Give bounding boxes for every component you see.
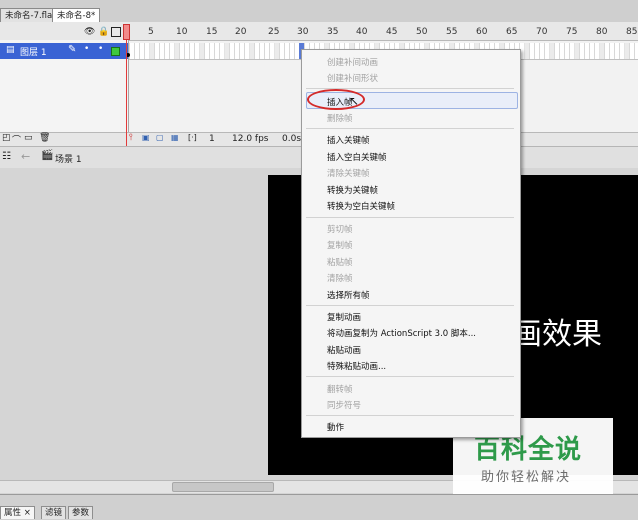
playhead[interactable] [123,24,130,40]
menu-convert-to-keyframe[interactable]: 转换为关键帧 [327,184,378,196]
tab-parameters[interactable]: 参数 [68,506,94,519]
ruler-label: 70 [536,27,548,37]
visibility-dot[interactable]: • [84,44,89,54]
ruler-label: 25 [268,27,280,37]
new-layer-icon[interactable]: ◰ [2,133,11,143]
menu-insert-blank-keyframe[interactable]: 插入空白关键帧 [327,151,387,163]
menu-paste-frames[interactable]: 粘贴帧 [327,256,353,268]
stage-text[interactable]: 画效果 [512,309,602,353]
menu-copy-motion-as-as3[interactable]: 将动画复制为 ActionScript 3.0 脚本... [327,327,476,339]
menu-separator [306,376,514,377]
menu-convert-to-blank-keyframe[interactable]: 转换为空白关键帧 [327,200,395,212]
onion-outline-icon[interactable]: ▢ [156,133,164,142]
doc-tab-2[interactable]: 未命名-8* [52,8,101,23]
ruler-label: 65 [506,27,518,37]
folder-icon[interactable]: ▭ [24,133,33,143]
ruler-label: 10 [176,27,188,37]
ruler-label: 85 [626,27,638,37]
menu-paste-motion[interactable]: 粘贴动画 [327,344,361,356]
timeline-toggle-icon[interactable]: ☷ [2,151,11,162]
ruler-label: 5 [148,27,154,37]
ruler-label: 45 [386,27,398,37]
menu-create-shape-tween[interactable]: 创建补间形状 [327,72,378,84]
ruler-label: 40 [356,27,368,37]
onion-markers-icon[interactable]: [·] [188,133,197,142]
menu-remove-frames[interactable]: 删除帧 [327,112,353,124]
menu-separator [306,128,514,129]
ruler-label: 35 [327,27,339,37]
tab-properties-label: 属性 [4,508,22,518]
current-frame: 1 [209,134,215,144]
ruler-label: 15 [206,27,218,37]
menu-synchronize-symbols[interactable]: 同步符号 [327,399,361,411]
menu-clear-frames[interactable]: 清除帧 [327,272,353,284]
ruler-label: 20 [235,27,247,37]
layer-icon: ▤ [6,45,15,55]
center-frame-icon[interactable]: ⫯ [129,133,133,143]
elapsed-time: 0.0s [282,134,302,144]
ruler-label: 80 [596,27,608,37]
menu-copy-motion[interactable]: 复制动画 [327,311,361,323]
ruler-label: 75 [566,27,578,37]
motion-guide-icon[interactable]: ⌒ [12,133,21,146]
onion-skin-icon[interactable]: ▣ [142,133,150,142]
menu-cut-frames[interactable]: 剪切帧 [327,223,353,235]
doc-tab-1[interactable]: 未命名-7.fla [0,8,58,23]
menu-clear-keyframe[interactable]: 清除关键帧 [327,167,370,179]
ruler-label: 60 [476,27,488,37]
layer-name: 图层 1 [20,48,47,58]
lock-dot[interactable]: • [98,44,103,54]
pencil-icon: ✎ [68,44,77,55]
frame-rate[interactable]: 12.0 fps [232,134,268,144]
menu-reverse-frames[interactable]: 翻转帧 [327,383,353,395]
outline-icon[interactable] [111,27,121,37]
properties-panel-tabs [0,494,638,520]
layer-row[interactable]: ▤ 图层 1 ✎ • • [0,43,128,59]
back-arrow-icon[interactable]: ← [21,150,30,163]
menu-insert-keyframe[interactable]: 插入关键帧 [327,134,370,146]
menu-separator [306,305,514,306]
tab-filters[interactable]: 滤镜 [41,506,67,519]
menu-select-all-frames[interactable]: 选择所有帧 [327,289,370,301]
menu-separator [306,415,514,416]
playhead-line [126,40,127,150]
scrollbar-thumb[interactable] [172,482,274,492]
ruler-label: 55 [446,27,458,37]
menu-separator [306,217,514,218]
trash-icon[interactable]: 🗑 [39,133,50,143]
edit-multiple-icon[interactable]: ▦ [171,133,179,142]
menu-paste-motion-special[interactable]: 特殊粘贴动画... [327,360,386,372]
menu-copy-frames[interactable]: 复制帧 [327,239,353,251]
scene-label[interactable]: 场景 1 [55,152,82,165]
clapper-icon: 🎬 [41,150,54,161]
watermark-subtitle: 助你轻松解决 [481,470,572,485]
ruler-label: 50 [416,27,428,37]
eye-icon[interactable]: 👁 [84,27,95,37]
menu-create-motion-tween[interactable]: 创建补间动画 [327,56,378,68]
lock-icon[interactable]: 🔒 [98,27,109,37]
mouse-cursor-icon: ↖ [349,94,360,108]
ruler-label: 30 [297,27,309,37]
tab-properties[interactable]: 属性 × [0,506,35,519]
menu-actions[interactable]: 動作 [327,421,344,433]
layer-color-swatch[interactable] [111,47,120,56]
